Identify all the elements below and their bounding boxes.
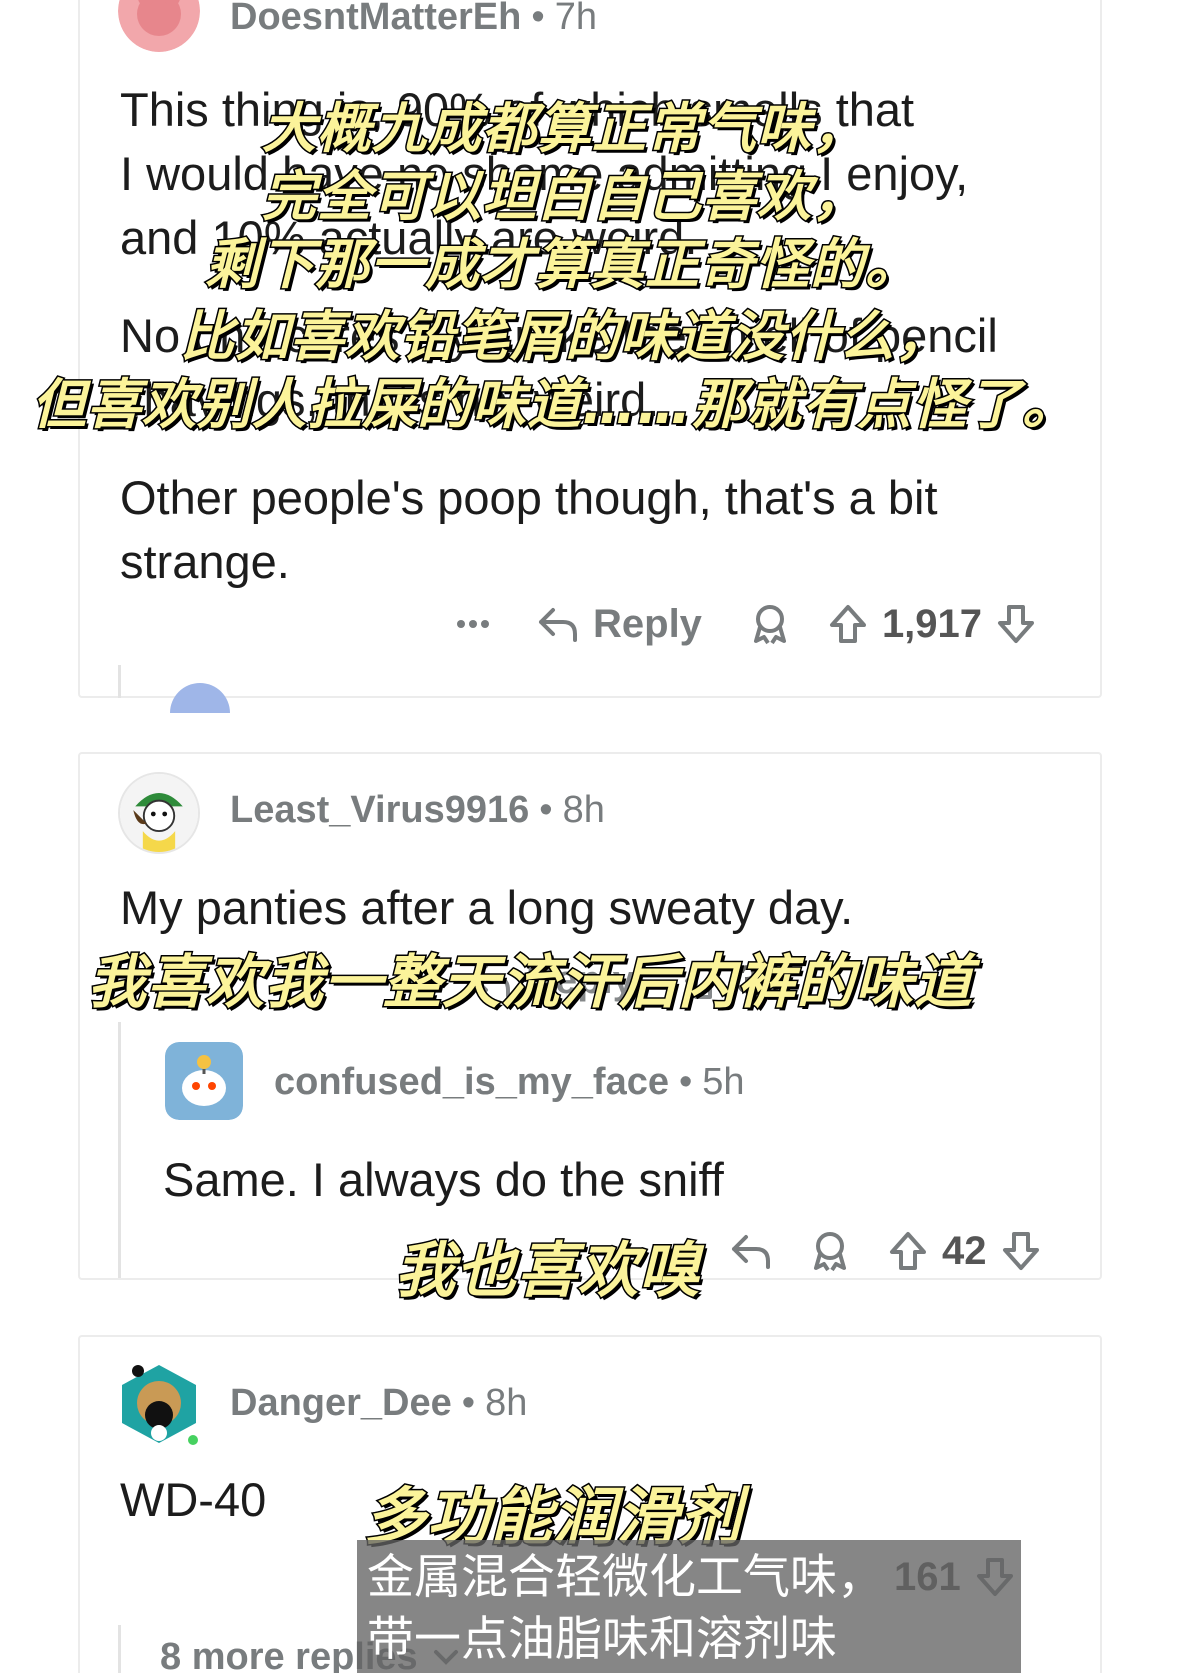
subtitle-line: 金属混合轻微化工气味， bbox=[367, 1550, 884, 1605]
comment-meta: Danger_Dee • 8h bbox=[230, 1382, 527, 1425]
comment-time: 8h bbox=[485, 1382, 528, 1424]
award-button[interactable] bbox=[810, 1230, 850, 1272]
comment-meta: DoesntMatterEh • 7h bbox=[230, 0, 597, 39]
comment-body: My panties after a long sweaty day. bbox=[120, 881, 854, 934]
award-icon bbox=[753, 605, 786, 645]
overlay-caption: 我喜欢我一整天流汗后内裤的味道 bbox=[86, 947, 974, 1018]
user-avatar[interactable] bbox=[118, 772, 200, 854]
username-link[interactable]: confused_is_my_face bbox=[274, 1061, 669, 1103]
downvote-button[interactable] bbox=[996, 603, 1036, 645]
overlay-caption: 我也喜欢嗅 bbox=[394, 1235, 701, 1308]
subtitle-box: 金属混合轻微化工气味， 带一点油脂味和溶剂味 bbox=[357, 1540, 1021, 1673]
comment-actions: Reply 1,917 bbox=[455, 594, 1036, 654]
reply-actions: 42 bbox=[730, 1221, 1041, 1281]
thread-line[interactable] bbox=[118, 1625, 121, 1673]
reply-arrow-icon bbox=[732, 1235, 770, 1269]
award-icon bbox=[814, 1232, 846, 1272]
comment-time: 5h bbox=[702, 1061, 745, 1103]
thread-line[interactable] bbox=[118, 1022, 121, 1278]
more-options-button[interactable] bbox=[455, 618, 491, 630]
comment-body: WD-40 bbox=[120, 1473, 267, 1526]
upvote-button[interactable] bbox=[888, 1230, 928, 1272]
downvote-arrow-icon bbox=[1002, 1232, 1039, 1270]
thread-line[interactable] bbox=[118, 665, 121, 698]
downvote-arrow-icon bbox=[998, 605, 1035, 643]
reply-arrow-icon bbox=[539, 608, 577, 642]
overlay-caption: 但喜欢别人拉屎的味道……那就有点怪了。 bbox=[31, 372, 1078, 438]
separator-dot: • bbox=[678, 1061, 693, 1103]
separator-dot: • bbox=[531, 0, 545, 38]
comment-meta: Least_Virus9916 • 8h bbox=[230, 789, 605, 832]
overlay-caption: 剩下那一成才算真正奇怪的。 bbox=[204, 232, 921, 298]
reply-button[interactable] bbox=[730, 1231, 772, 1271]
reply-label: Reply bbox=[593, 601, 702, 646]
user-avatar[interactable] bbox=[165, 1042, 243, 1120]
subtitle-line: 带一点油脂味和溶剂味 bbox=[367, 1612, 837, 1667]
comment-time: 8h bbox=[562, 789, 605, 831]
vote-score: 42 bbox=[942, 1228, 987, 1273]
upvote-button[interactable] bbox=[828, 603, 868, 645]
username-link[interactable]: DoesntMatterEh bbox=[230, 0, 521, 38]
more-dots-icon bbox=[457, 620, 489, 628]
comment-time: 7h bbox=[554, 0, 597, 38]
award-button[interactable] bbox=[750, 603, 790, 645]
username-link[interactable]: Least_Virus9916 bbox=[230, 789, 529, 831]
reply-meta: confused_is_my_face • 5h bbox=[274, 1061, 745, 1104]
vote-score: 1,917 bbox=[881, 601, 983, 646]
downvote-button[interactable] bbox=[1001, 1230, 1041, 1272]
comment-line: Other people's poop though, that's a bit bbox=[120, 471, 938, 524]
username-link[interactable]: Danger_Dee bbox=[230, 1382, 452, 1424]
separator-dot: • bbox=[539, 789, 553, 831]
reply-button[interactable]: Reply bbox=[537, 602, 702, 647]
comment-line: strange. bbox=[120, 535, 290, 588]
upvote-arrow-icon bbox=[829, 605, 866, 643]
upvote-arrow-icon bbox=[890, 1232, 926, 1270]
online-status-dot bbox=[185, 1432, 201, 1448]
reply-body: Same. I always do the sniff bbox=[163, 1153, 724, 1206]
separator-dot: • bbox=[461, 1382, 476, 1424]
